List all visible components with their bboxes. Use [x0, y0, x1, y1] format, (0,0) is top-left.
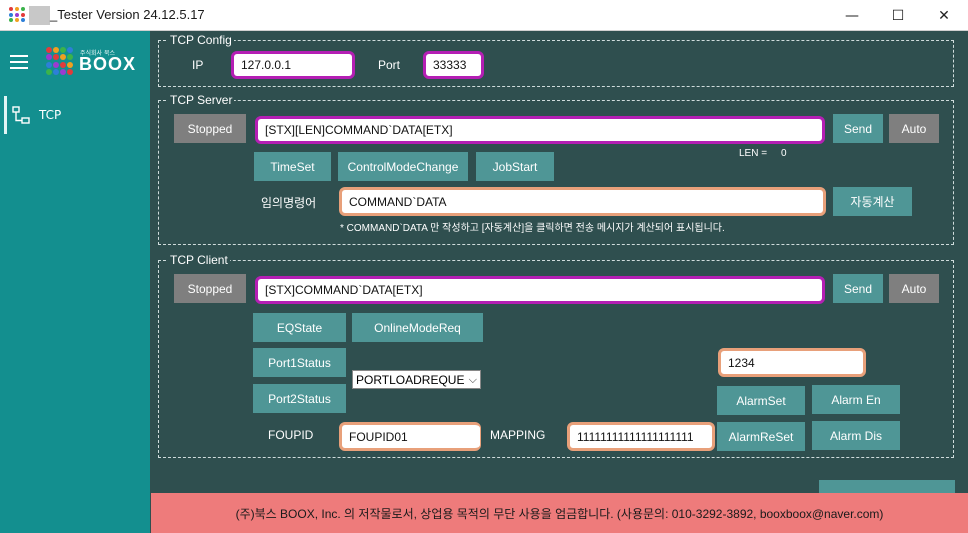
boox-logo-icon	[46, 47, 74, 75]
minimize-button[interactable]: —	[829, 0, 875, 31]
onlinemodereq-button[interactable]: OnlineModeReq	[352, 313, 483, 342]
selection-indicator	[4, 96, 7, 134]
alarm-enable-button[interactable]: Alarm En	[812, 385, 900, 414]
hint-text: * COMMAND`DATA 만 작성하고 [자동계산]을 클릭하면 전송 메시…	[340, 223, 725, 234]
sidebar-item-label: TCP	[39, 108, 62, 122]
tcp-client-title: TCP Client	[168, 253, 230, 267]
client-status-button[interactable]: Stopped	[174, 274, 246, 303]
auto-calc-button[interactable]: 자동계산	[833, 187, 912, 216]
title-bar: _Tester Version 24.12.5.17 — ☐ ✕	[0, 0, 968, 31]
foupid-label: FOUPID	[268, 428, 314, 442]
alarmreset-button[interactable]: AlarmReSet	[717, 422, 805, 451]
logo-text: BOOX	[79, 54, 137, 74]
client-message-input[interactable]: [STX]COMMAND`DATA[ETX]	[255, 276, 825, 304]
server-send-button[interactable]: Send	[833, 114, 883, 143]
app-window: _Tester Version 24.12.5.17 — ☐ ✕ 주식회사 북스…	[0, 0, 968, 533]
copyright-footer: (주)북스 BOOX, Inc. 의 저작물로서, 상업용 목적의 무단 사용을…	[151, 493, 968, 533]
chevron-down-icon: ⌵	[468, 374, 477, 386]
arbitrary-command-input[interactable]: COMMAND`DATA	[339, 187, 826, 216]
jobstart-button[interactable]: JobStart	[476, 152, 554, 181]
timeset-button[interactable]: TimeSet	[254, 152, 331, 181]
len-value: 0	[781, 148, 787, 159]
mapping-input[interactable]: 11111111111111111111	[567, 422, 715, 451]
foupid-input[interactable]: FOUPID01	[339, 422, 481, 451]
server-auto-button[interactable]: Auto	[889, 114, 939, 143]
alarm-disable-button[interactable]: Alarm Dis	[812, 421, 900, 450]
client-auto-button[interactable]: Auto	[889, 274, 939, 303]
eqstate-button[interactable]: EQState	[253, 313, 346, 342]
app-icon	[9, 7, 25, 23]
tcp-config-title: TCP Config	[168, 33, 234, 47]
mapping-label: MAPPING	[490, 428, 546, 442]
alarm-code-input[interactable]: 1234	[718, 348, 866, 377]
maximize-button[interactable]: ☐	[875, 0, 921, 31]
port1status-button[interactable]: Port1Status	[253, 348, 346, 377]
port-label: Port	[378, 58, 401, 72]
tcp-server-title: TCP Server	[168, 93, 235, 107]
client-send-button[interactable]: Send	[833, 274, 883, 303]
len-label: LEN =	[739, 148, 768, 159]
ip-input[interactable]: 127.0.0.1	[231, 51, 355, 79]
copyright-text: (주)북스 BOOX, Inc. 의 저작물로서, 상업용 목적의 무단 사용을…	[235, 506, 884, 521]
server-status-button[interactable]: Stopped	[174, 114, 246, 143]
maximize-icon: ☐	[891, 7, 905, 24]
window-title: _Tester Version 24.12.5.17	[50, 7, 205, 22]
server-message-input[interactable]: [STX][LEN]COMMAND`DATA[ETX]	[255, 116, 825, 144]
close-icon: ✕	[938, 7, 950, 24]
hamburger-menu-icon[interactable]	[10, 55, 28, 69]
partially-hidden-button[interactable]	[819, 480, 955, 493]
redacted-title-part	[29, 6, 50, 25]
alarmset-button[interactable]: AlarmSet	[717, 386, 805, 415]
controlmodechange-button[interactable]: ControlModeChange	[338, 152, 468, 181]
ip-label: IP	[192, 58, 204, 72]
close-button[interactable]: ✕	[921, 0, 967, 31]
sidebar-item-tcp[interactable]: TCP	[0, 96, 150, 134]
network-icon	[12, 106, 30, 124]
minimize-icon: —	[845, 7, 859, 24]
sidebar: 주식회사 북스 BOOX TCP	[0, 31, 150, 533]
port-command-select[interactable]: PORTLOADREQUE ⌵	[352, 370, 481, 389]
port-input[interactable]: 33333	[423, 51, 484, 79]
port2status-button[interactable]: Port2Status	[253, 384, 346, 413]
port-command-value: PORTLOADREQUE	[356, 372, 465, 387]
arbitrary-command-label: 임의명령어	[261, 196, 317, 210]
